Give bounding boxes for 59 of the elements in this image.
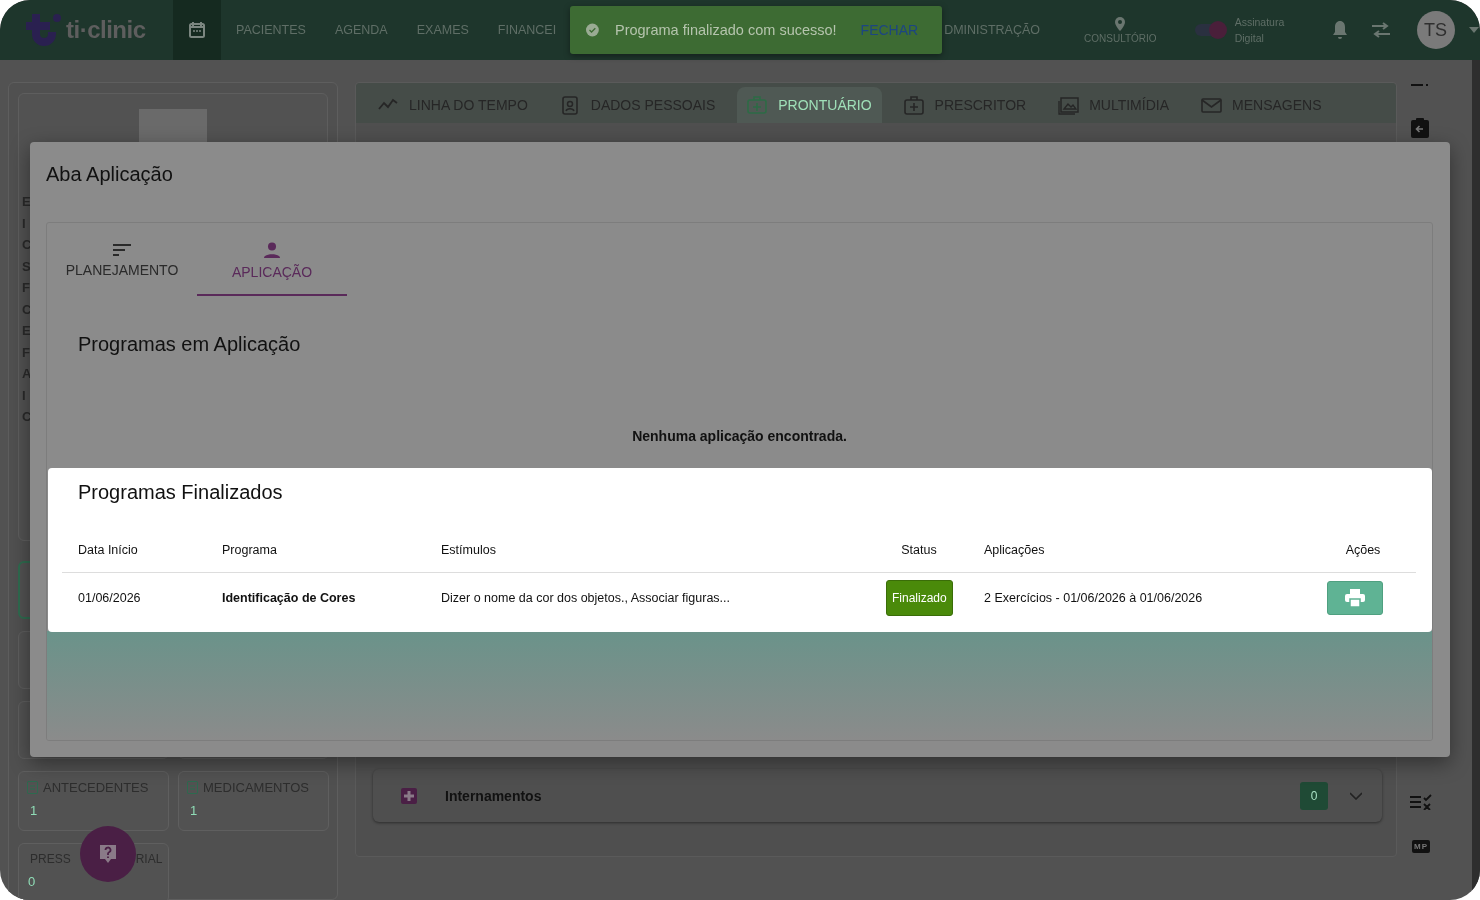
- record-tab[interactable]: PRONTUÁRIO: [737, 87, 882, 123]
- printer-icon: [1345, 589, 1365, 608]
- close-button[interactable]: FECHAR: [852, 18, 927, 42]
- image-folder-icon: [1058, 95, 1080, 115]
- column-header: Estímulos: [425, 528, 870, 572]
- column-header: Data Início: [62, 528, 206, 572]
- count-badge: 0: [1300, 781, 1328, 810]
- nav-item[interactable]: FINANCEI: [482, 23, 571, 37]
- table-cell: Identificação de Cores: [206, 572, 425, 624]
- empty-message: Nenhuma aplicação encontrada.: [631, 427, 848, 446]
- table-cell: 2 Exercícios - 01/06/2026 à 01/06/2026: [968, 572, 1310, 624]
- dash-icon[interactable]: [1411, 83, 1429, 87]
- modal-title: Aba Aplicação: [46, 162, 173, 186]
- signature-toggle[interactable]: [1194, 21, 1227, 39]
- document-icon: [27, 781, 38, 794]
- section-heading: Programas em Aplicação: [78, 332, 302, 356]
- notification-bell-icon[interactable]: [1330, 20, 1349, 40]
- column-header: Ações: [1310, 528, 1416, 572]
- card-count: 0: [27, 874, 37, 889]
- column-header: Aplicações: [968, 528, 1310, 572]
- section-card[interactable]: Internamentos 0: [373, 769, 1382, 822]
- logo-icon: [26, 14, 62, 46]
- card-count: 1: [29, 803, 39, 818]
- medical-cross-icon: [401, 787, 417, 804]
- swap-arrows-icon[interactable]: [1370, 22, 1391, 38]
- modal-tab[interactable]: APLICAÇÃO: [197, 223, 347, 296]
- app-badge[interactable]: MP: [1412, 840, 1430, 853]
- card-count: 1: [189, 803, 199, 818]
- column-header: Programa: [206, 528, 425, 572]
- checklist-icon[interactable]: [1410, 794, 1432, 810]
- logo-text: ti·clinic: [66, 16, 146, 44]
- section-title: Internamentos: [445, 787, 543, 804]
- person-icon: [264, 242, 280, 258]
- toast-message: Programa finalizado com sucesso!: [614, 22, 837, 38]
- sort-lines-icon: [113, 244, 131, 256]
- location-label[interactable]: CONSULTÓRIO: [1084, 32, 1157, 44]
- status-badge: Finalizado: [886, 580, 953, 617]
- nav-item[interactable]: AGENDA: [319, 23, 402, 37]
- print-button[interactable]: [1327, 581, 1383, 616]
- clipboard-icon[interactable]: [1411, 118, 1429, 138]
- calendar-icon[interactable]: [173, 0, 221, 60]
- table-cell: 01/06/2026: [62, 572, 206, 624]
- column-header: Status: [870, 528, 968, 572]
- table-title: Programas Finalizados: [77, 480, 284, 505]
- envelope-icon: [1201, 95, 1222, 115]
- nav-item[interactable]: DMINISTRAÇÃO: [942, 23, 1040, 37]
- medical-cross-icon: [903, 95, 925, 115]
- location-pin-icon[interactable]: [1115, 16, 1126, 31]
- help-icon: [99, 844, 117, 864]
- nav-item[interactable]: EXAMES: [401, 23, 483, 37]
- chevron-icon[interactable]: [1350, 791, 1362, 800]
- medical-kit-icon: [747, 95, 769, 115]
- table-cell: Dizer o nome da cor dos objetos., Associar figuras...: [425, 572, 870, 624]
- user-avatar[interactable]: TS: [1416, 11, 1455, 49]
- modal-tab[interactable]: PLANEJAMENTO: [47, 223, 197, 296]
- caret-icon[interactable]: [1468, 27, 1479, 33]
- nav-item[interactable]: PACIENTES: [221, 23, 320, 37]
- toggle-label: Assinatura Digital: [1234, 15, 1286, 46]
- id-badge-icon: [559, 95, 581, 115]
